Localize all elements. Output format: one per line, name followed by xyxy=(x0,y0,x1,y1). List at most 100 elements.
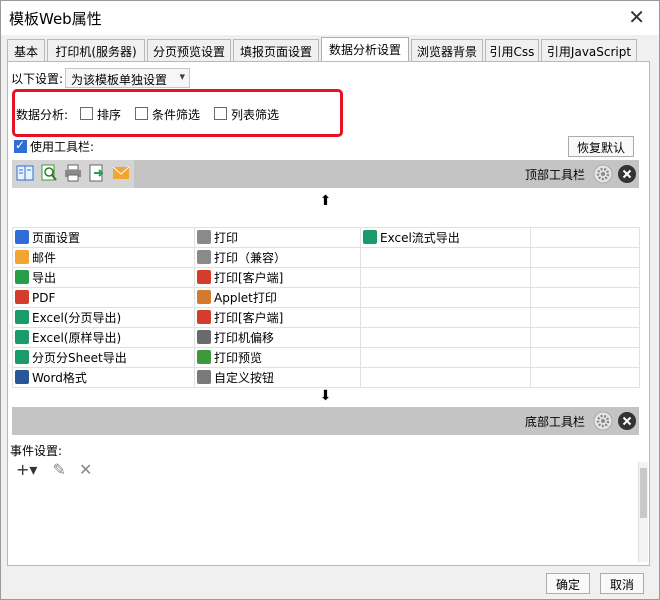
table-row: 分页分Sheet导出 打印预览 xyxy=(12,347,640,368)
button-cell[interactable] xyxy=(530,367,640,388)
delete-icon[interactable]: ✕ xyxy=(79,460,92,479)
use-toolbar-checkbox[interactable] xyxy=(14,138,27,153)
chevron-down-icon: ▾ xyxy=(179,70,185,83)
button-cell[interactable] xyxy=(530,227,640,248)
button-cell[interactable]: 分页分Sheet导出 xyxy=(12,347,195,368)
button-cell[interactable] xyxy=(360,327,531,348)
scrollbar-thumb[interactable] xyxy=(640,468,647,518)
close-icon[interactable]: ✕ xyxy=(628,5,645,29)
button-cell[interactable]: Applet打印 xyxy=(194,287,361,308)
button-cell[interactable] xyxy=(360,267,531,288)
top-toolbar-label: 顶部工具栏 xyxy=(524,168,585,182)
button-cell[interactable]: 导出 xyxy=(12,267,195,288)
remove-icon[interactable] xyxy=(617,164,637,184)
table-row: Word格式 自定义按钮 xyxy=(12,367,640,388)
add-icon[interactable]: +▾ xyxy=(16,460,37,479)
setting-label: 以下设置: xyxy=(11,72,64,86)
button-cell[interactable] xyxy=(530,327,640,348)
mail-icon xyxy=(15,250,29,264)
button-cell[interactable]: 页面设置 xyxy=(12,227,195,248)
condition-filter-checkbox[interactable] xyxy=(135,107,148,120)
button-cell[interactable]: Word格式 xyxy=(12,367,195,388)
preview-icon xyxy=(197,350,211,364)
table-row: 页面设置 打印 Excel流式导出 xyxy=(12,227,640,248)
gear-icon xyxy=(197,370,211,384)
button-cell[interactable]: 打印[客户端] xyxy=(194,307,361,328)
tab-fill-page[interactable]: 填报页面设置 xyxy=(233,39,319,61)
events-toolbar: +▾ ✎ ✕ xyxy=(16,460,92,479)
button-cell[interactable]: 自定义按钮 xyxy=(194,367,361,388)
button-cell[interactable] xyxy=(530,287,640,308)
title-bar: 模板Web属性 ✕ xyxy=(1,1,659,35)
preview-icon[interactable] xyxy=(40,164,58,182)
button-cell[interactable]: 打印 xyxy=(194,227,361,248)
move-up-arrow-icon[interactable]: ⬆ xyxy=(12,192,639,210)
button-cell[interactable] xyxy=(360,287,531,308)
button-cell[interactable]: 邮件 xyxy=(12,247,195,268)
button-cell[interactable] xyxy=(360,347,531,368)
gear-icon[interactable] xyxy=(593,164,613,184)
events-scrollbar[interactable] xyxy=(638,462,648,562)
cancel-button[interactable]: 取消 xyxy=(600,573,644,594)
table-row: 邮件 打印（兼容） xyxy=(12,247,640,268)
button-cell[interactable]: 打印（兼容） xyxy=(194,247,361,268)
sort-label: 排序 xyxy=(97,108,122,122)
bottom-toolbar: 底部工具栏 xyxy=(12,407,639,435)
page-setup-icon xyxy=(15,230,29,244)
setting-select[interactable]: 为该模板单独设置 ▾ xyxy=(65,68,190,88)
table-row: Excel(分页导出) 打印[客户端] xyxy=(12,307,640,328)
table-row: Excel(原样导出) 打印机偏移 xyxy=(12,327,640,348)
use-toolbar-label: 使用工具栏: xyxy=(30,140,95,154)
tab-browser-background[interactable]: 浏览器背景 xyxy=(411,39,483,61)
tab-basic[interactable]: 基本 xyxy=(7,39,45,61)
export-icon[interactable] xyxy=(88,164,106,182)
list-filter-checkbox[interactable] xyxy=(214,107,227,120)
top-toolbar: 顶部工具栏 xyxy=(12,160,639,188)
data-analysis-panel: 以下设置: 为该模板单独设置 ▾ 数据分析: 排序 条件筛选 列表筛选 使用工具… xyxy=(7,61,650,566)
sort-checkbox[interactable] xyxy=(80,107,93,120)
setting-select-value: 为该模板单独设置 xyxy=(71,73,168,87)
print-icon xyxy=(197,230,211,244)
button-cell[interactable] xyxy=(360,247,531,268)
button-cell[interactable]: Excel(原样导出) xyxy=(12,327,195,348)
move-down-arrow-icon[interactable]: ⬇ xyxy=(12,387,639,405)
page-setup-icon[interactable] xyxy=(16,164,34,182)
button-cell[interactable] xyxy=(530,247,640,268)
tab-css[interactable]: 引用Css xyxy=(485,39,539,61)
export-icon xyxy=(15,270,29,284)
data-analysis-label: 数据分析: xyxy=(16,108,69,122)
button-cell[interactable]: Excel流式导出 xyxy=(360,227,531,248)
print-icon[interactable] xyxy=(64,164,82,182)
button-cell[interactable]: PDF xyxy=(12,287,195,308)
button-cell[interactable]: Excel(分页导出) xyxy=(12,307,195,328)
ok-button[interactable]: 确定 xyxy=(546,573,590,594)
tab-paging-preview[interactable]: 分页预览设置 xyxy=(147,39,231,61)
list-filter-label: 列表筛选 xyxy=(231,108,280,122)
table-row: PDF Applet打印 xyxy=(12,287,640,308)
button-cell[interactable] xyxy=(530,307,640,328)
button-cell[interactable]: 打印[客户端] xyxy=(194,267,361,288)
tab-javascript[interactable]: 引用JavaScript xyxy=(541,39,637,61)
table-row: 导出 打印[客户端] xyxy=(12,267,640,288)
window-title: 模板Web属性 xyxy=(9,10,102,28)
tab-printer-server[interactable]: 打印机(服务器) xyxy=(47,39,145,61)
pdf-print-icon xyxy=(197,270,211,284)
excel-icon xyxy=(363,230,377,244)
restore-default-button[interactable]: 恢复默认 xyxy=(568,136,634,157)
gear-icon[interactable] xyxy=(593,411,613,431)
excel-icon xyxy=(15,310,29,324)
pdf-print-icon xyxy=(197,310,211,324)
condition-filter-label: 条件筛选 xyxy=(152,108,201,122)
mail-icon[interactable] xyxy=(112,164,130,182)
remove-icon[interactable] xyxy=(617,411,637,431)
pdf-icon xyxy=(15,290,29,304)
edit-icon[interactable]: ✎ xyxy=(53,460,66,479)
button-cell[interactable] xyxy=(360,307,531,328)
button-cell[interactable] xyxy=(360,367,531,388)
button-cell[interactable]: 打印机偏移 xyxy=(194,327,361,348)
move-icon xyxy=(197,330,211,344)
button-cell[interactable] xyxy=(530,347,640,368)
button-cell[interactable]: 打印预览 xyxy=(194,347,361,368)
tab-data-analysis[interactable]: 数据分析设置 xyxy=(321,37,409,62)
button-cell[interactable] xyxy=(530,267,640,288)
